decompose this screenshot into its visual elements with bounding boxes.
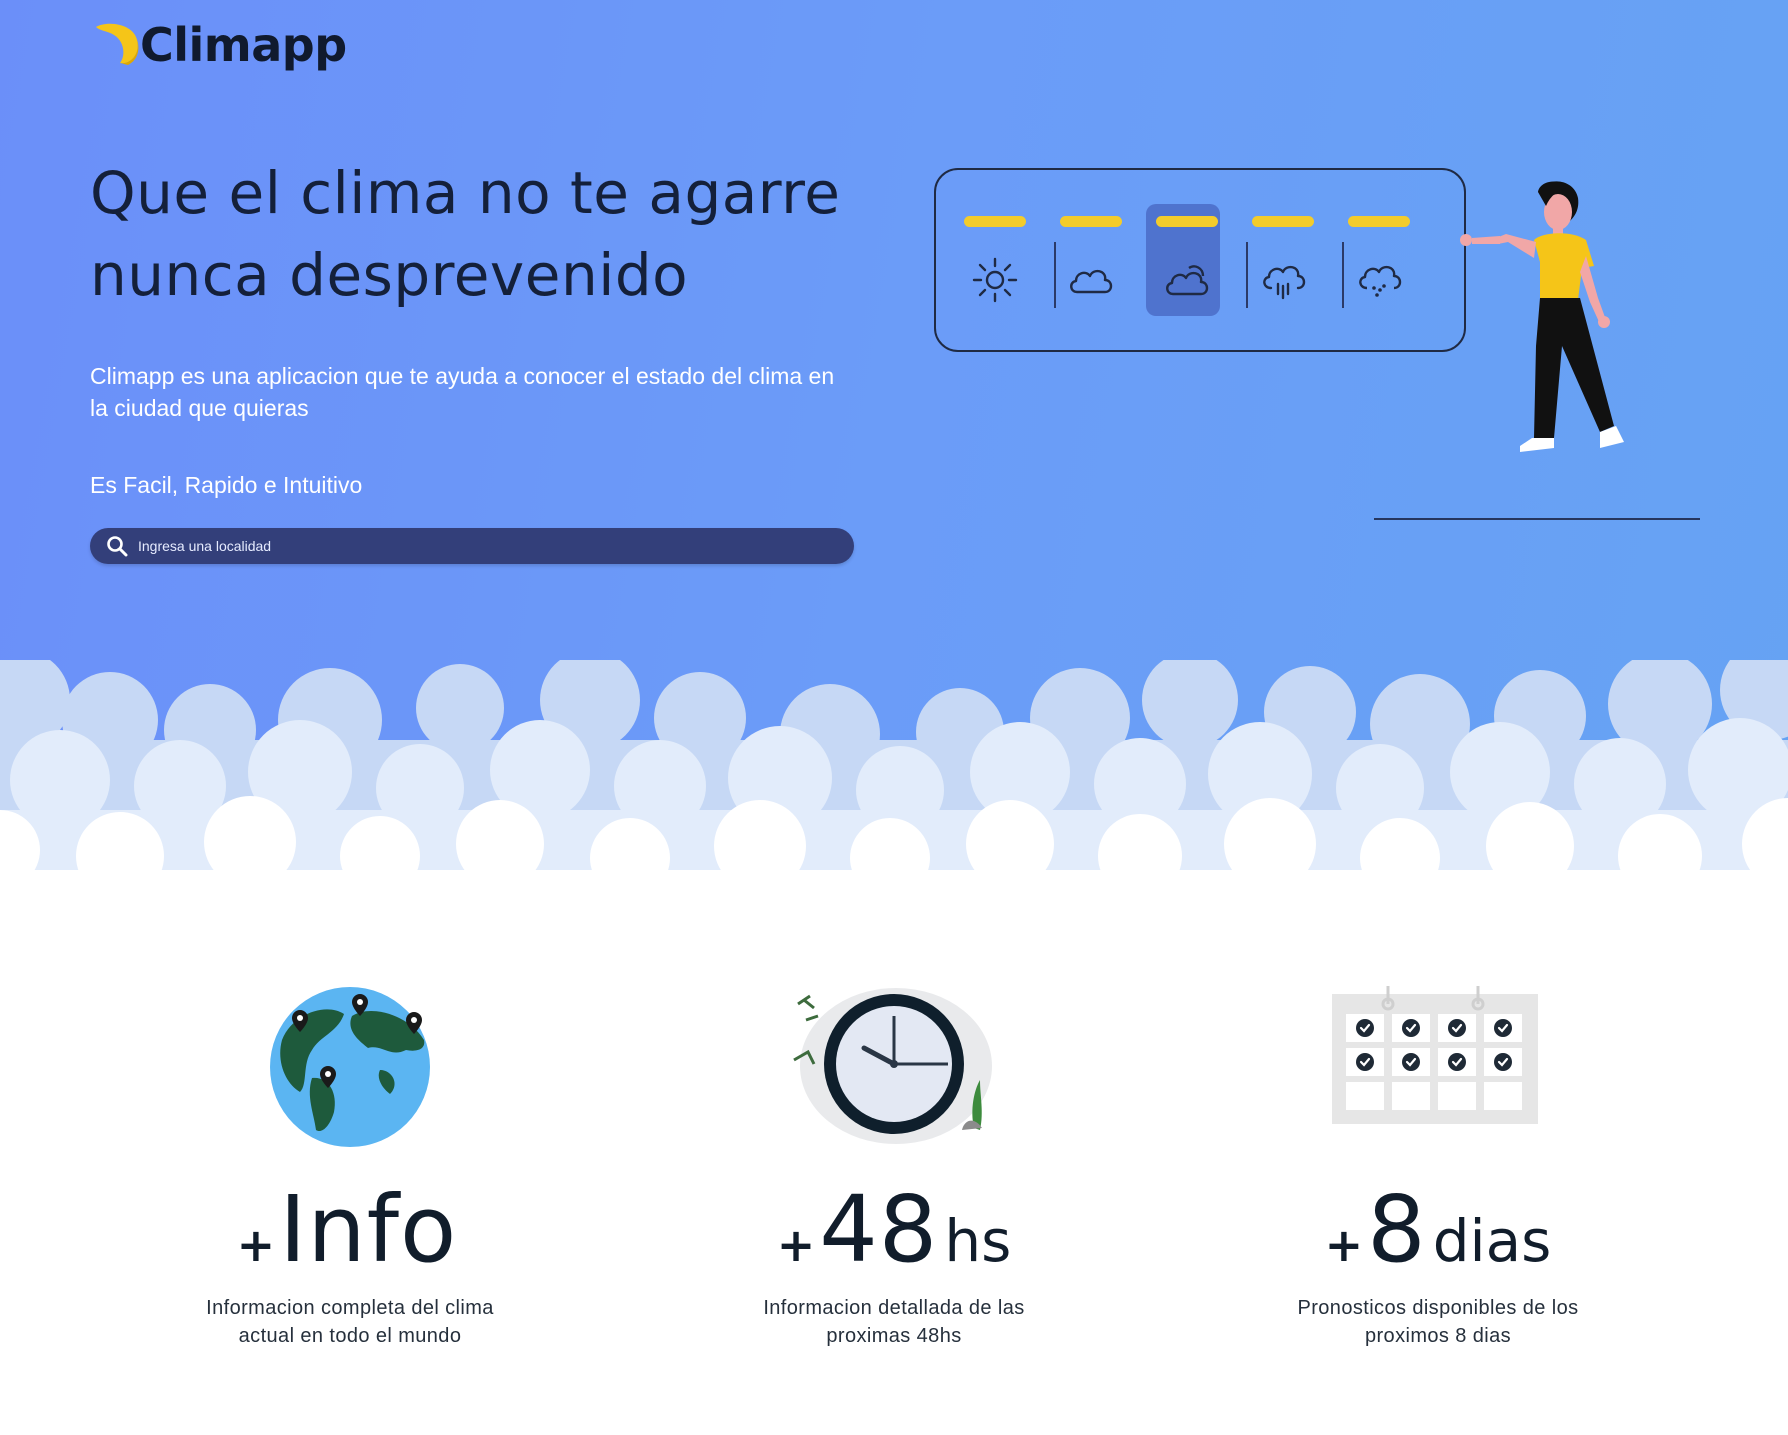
caption-line: proximas 48hs	[826, 1325, 962, 1347]
feature-caption: Pronosticos disponibles de los proximos …	[1258, 1294, 1618, 1350]
stat-value: Info	[279, 1176, 458, 1283]
woman-illustration	[1460, 181, 1624, 452]
weather-option-rain[interactable]	[1234, 170, 1330, 354]
search-icon	[107, 536, 128, 557]
stat-info: + Info	[140, 1176, 560, 1283]
feature-caption: Informacion completa del clima actual en…	[170, 1294, 530, 1350]
stat-prefix: +	[776, 1218, 816, 1272]
stat-prefix: +	[236, 1218, 276, 1272]
caption-line: Pronosticos disponibles de los	[1297, 1297, 1579, 1319]
snow-cloud-icon	[1359, 265, 1402, 297]
search-bar[interactable]	[90, 528, 854, 564]
logo-icon	[96, 23, 139, 65]
sun-icon	[972, 257, 1018, 303]
stat-8dias: + 8 dias	[1228, 1176, 1648, 1283]
features-section: + Info Informacion completa del clima ac…	[0, 980, 1788, 1380]
weather-selector-panel	[934, 168, 1466, 352]
indicator-bar	[1060, 216, 1122, 227]
brand-name: Climapp	[140, 18, 347, 72]
stat-unit: hs	[944, 1207, 1012, 1275]
clouds-decoration	[0, 660, 1788, 900]
stat-prefix: +	[1324, 1218, 1364, 1272]
clock-icon	[793, 988, 992, 1144]
logo[interactable]: Climapp	[90, 18, 347, 72]
caption-line: actual en todo el mundo	[238, 1325, 462, 1347]
sun-cloud-icon	[1166, 265, 1209, 296]
caption-line: Informacion detallada de las	[763, 1297, 1025, 1319]
feature-caption: Informacion detallada de las proximas 48…	[714, 1294, 1074, 1350]
stat-48hs: + 48 hs	[684, 1176, 1104, 1283]
stat-value: 8	[1367, 1176, 1427, 1283]
weather-option-snow[interactable]	[1330, 170, 1426, 354]
indicator-bar	[1252, 216, 1314, 227]
weather-option-sun[interactable]	[946, 170, 1042, 354]
caption-line: Informacion completa del clima	[206, 1297, 494, 1319]
indicator-bar	[1156, 216, 1218, 227]
stat-value: 48	[819, 1176, 939, 1283]
weather-option-sun-cloud[interactable]	[1138, 170, 1234, 354]
calendar-icon	[1332, 986, 1538, 1124]
ground-line	[1374, 518, 1700, 520]
weather-option-cloud[interactable]	[1042, 170, 1138, 354]
indicator-bar	[964, 216, 1026, 227]
indicator-bar	[1348, 216, 1410, 227]
cloud-icon	[1070, 269, 1113, 294]
globe-icon	[270, 987, 430, 1147]
hero-description: Climapp es una aplicacion que te ayuda a…	[90, 363, 835, 421]
hero-headline: Que el clima no te agarre nunca despreve…	[90, 159, 841, 309]
hero-section: Climapp Que el clima no te agarre nunca …	[0, 0, 1788, 900]
hero-tagline: Es Facil, Rapido e Intuitivo	[90, 472, 363, 498]
stat-unit: dias	[1432, 1207, 1552, 1275]
location-search-input[interactable]	[138, 538, 738, 554]
rain-cloud-icon	[1263, 265, 1306, 300]
caption-line: proximos 8 dias	[1364, 1325, 1512, 1347]
